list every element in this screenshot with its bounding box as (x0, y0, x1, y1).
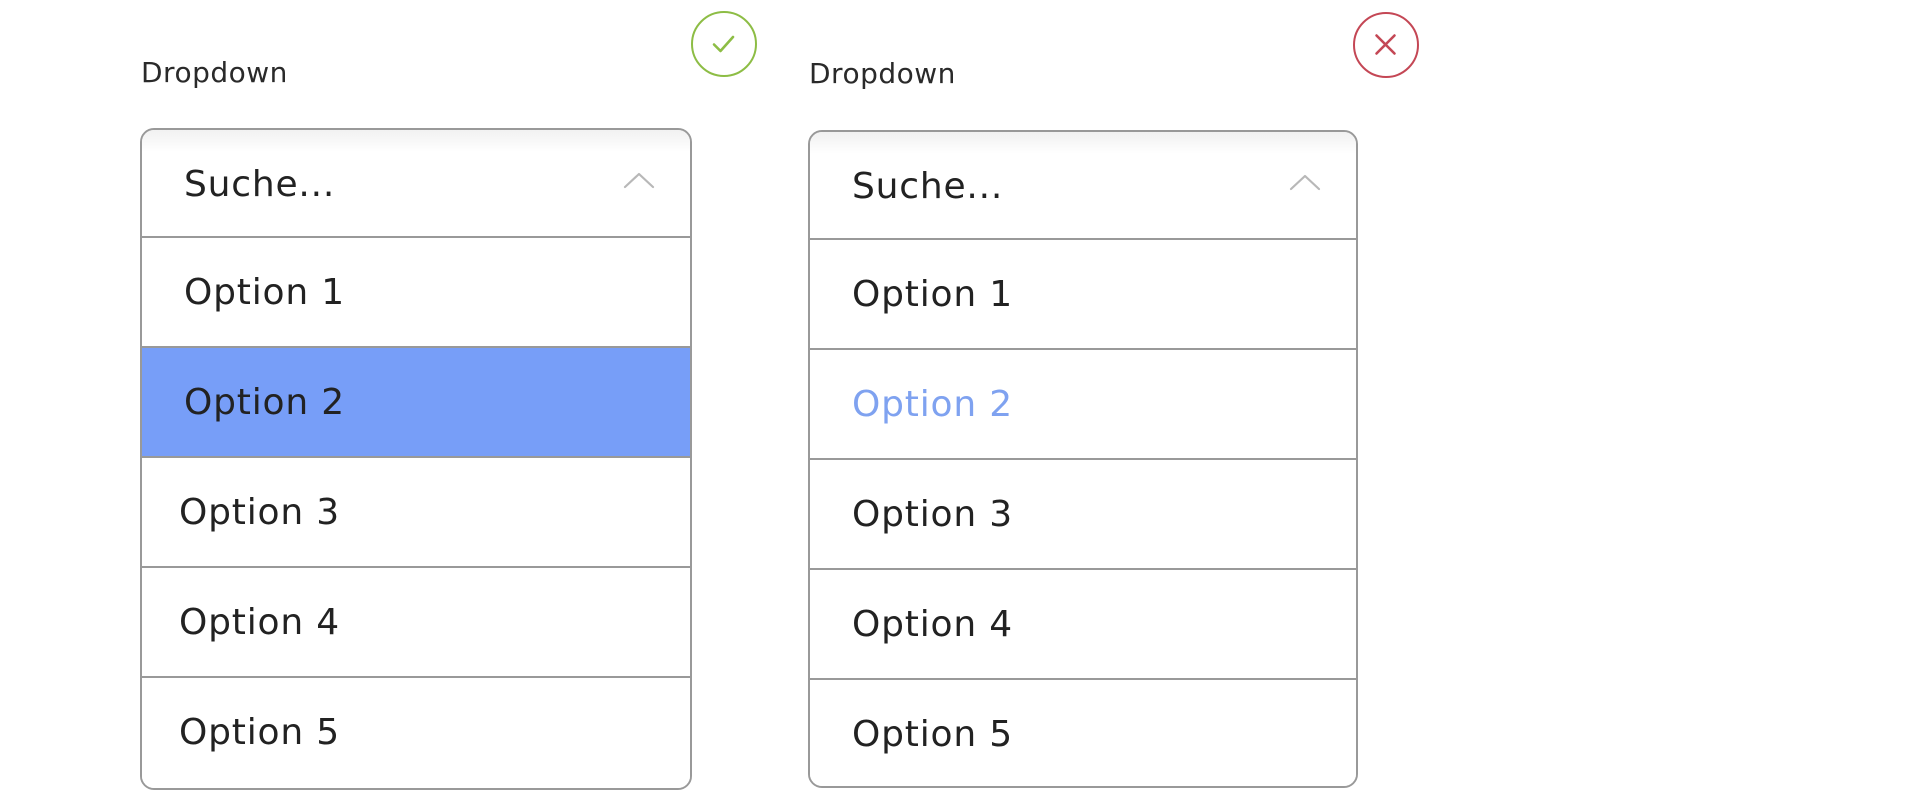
comparison-canvas: Dropdown Suche... Option 1 Option 2 Opti… (0, 0, 1920, 798)
dropdown-example-incorrect: Dropdown Suche... Option 1 Option 2 Opti… (808, 0, 1419, 798)
dropdown-search-header[interactable]: Suche... (142, 130, 690, 238)
dropdown-option-label: Option 1 (184, 272, 345, 313)
dropdown-option-label: Option 3 (852, 494, 1013, 535)
dropdown-option-4[interactable]: Option 4 (810, 570, 1356, 680)
dropdown-example-correct: Dropdown Suche... Option 1 Option 2 Opti… (140, 0, 757, 798)
dropdown-option-label: Option 2 (184, 382, 345, 423)
dropdown-label: Dropdown (141, 56, 288, 89)
dropdown-label: Dropdown (809, 57, 956, 90)
dropdown-search-header[interactable]: Suche... (810, 132, 1356, 240)
dropdown-option-label: Option 5 (179, 712, 340, 753)
chevron-up-icon[interactable] (622, 170, 656, 190)
dropdown-option-4[interactable]: Option 4 (142, 568, 690, 678)
dropdown-open[interactable]: Suche... Option 1 Option 2 Option 3 Opti… (140, 128, 692, 790)
dropdown-option-2-selected[interactable]: Option 2 (142, 348, 690, 458)
dropdown-option-label: Option 2 (852, 384, 1013, 425)
dropdown-option-3[interactable]: Option 3 (810, 460, 1356, 570)
dropdown-option-label: Option 4 (852, 604, 1013, 645)
dropdown-option-label: Option 5 (852, 714, 1013, 755)
dropdown-search-input[interactable]: Suche... (184, 164, 335, 205)
dropdown-option-1[interactable]: Option 1 (142, 238, 690, 348)
dropdown-search-input[interactable]: Suche... (852, 166, 1003, 207)
check-circle-icon (691, 11, 757, 77)
x-circle-icon (1353, 12, 1419, 78)
dropdown-option-label: Option 4 (179, 602, 340, 643)
dropdown-option-2-selected[interactable]: Option 2 (810, 350, 1356, 460)
dropdown-option-5[interactable]: Option 5 (142, 678, 690, 788)
chevron-up-icon[interactable] (1288, 172, 1322, 192)
dropdown-option-label: Option 3 (179, 492, 340, 533)
dropdown-option-label: Option 1 (852, 274, 1013, 315)
dropdown-option-5[interactable]: Option 5 (810, 680, 1356, 786)
dropdown-option-1[interactable]: Option 1 (810, 240, 1356, 350)
dropdown-open[interactable]: Suche... Option 1 Option 2 Option 3 Opti… (808, 130, 1358, 788)
dropdown-option-3[interactable]: Option 3 (142, 458, 690, 568)
